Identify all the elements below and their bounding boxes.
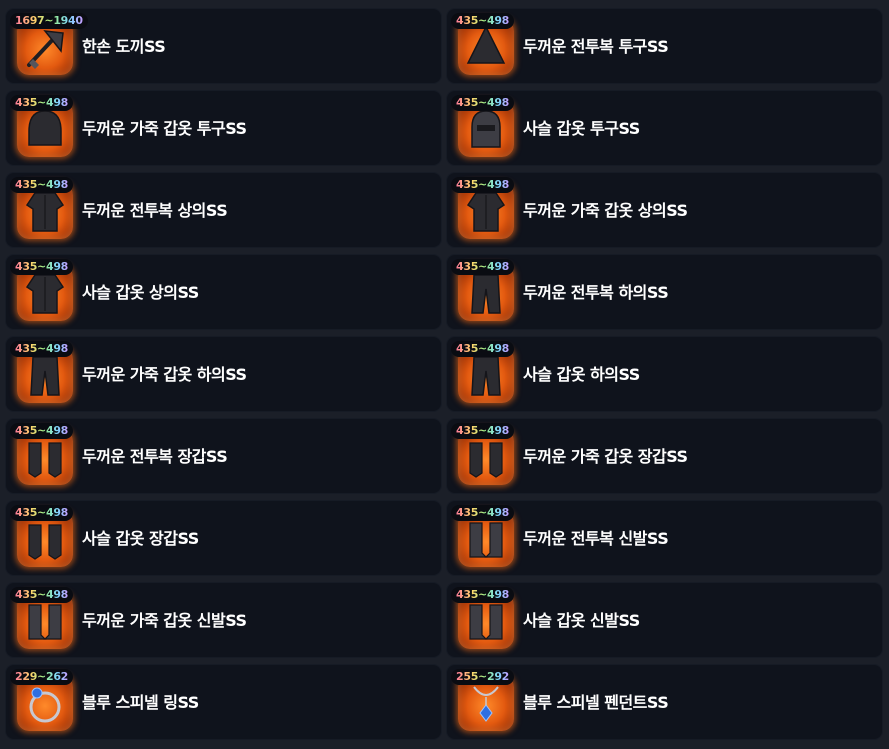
item-card[interactable]: 435~498 사슬 갑옷 장갑SS xyxy=(5,500,442,576)
level-range-text: 1697~1940 xyxy=(15,14,83,27)
level-range-text: 435~498 xyxy=(15,342,69,355)
level-range-badge: 1697~1940 xyxy=(10,13,88,29)
level-range-text: 435~498 xyxy=(15,178,69,191)
item-name: 두꺼운 가죽 갑옷 투구SS xyxy=(82,119,247,138)
item-name: 사슬 갑옷 하의SS xyxy=(523,365,640,384)
level-range-badge: 435~498 xyxy=(10,95,74,111)
item-name: 두꺼운 가죽 갑옷 장갑SS xyxy=(523,447,688,466)
level-range-text: 435~498 xyxy=(15,96,69,109)
level-range-badge: 435~498 xyxy=(451,505,515,521)
level-range-badge: 435~498 xyxy=(451,587,515,603)
level-range-badge: 435~498 xyxy=(10,177,74,193)
item-name: 두꺼운 전투복 투구SS xyxy=(523,37,669,56)
item-name: 두꺼운 가죽 갑옷 신발SS xyxy=(82,611,247,630)
level-range-badge: 435~498 xyxy=(451,95,515,111)
item-card[interactable]: 1697~1940 한손 도끼SS xyxy=(5,8,442,84)
level-range-badge: 435~498 xyxy=(451,341,515,357)
item-card[interactable]: 435~498 두꺼운 가죽 갑옷 장갑SS xyxy=(446,418,883,494)
level-range-badge: 435~498 xyxy=(10,587,74,603)
level-range-text: 435~498 xyxy=(15,506,69,519)
item-card[interactable]: 435~498 두꺼운 전투복 장갑SS xyxy=(5,418,442,494)
item-card[interactable]: 435~498 두꺼운 가죽 갑옷 하의SS xyxy=(5,336,442,412)
level-range-text: 435~498 xyxy=(15,424,69,437)
item-name: 블루 스피넬 펜던트SS xyxy=(523,693,669,712)
level-range-text: 435~498 xyxy=(456,506,510,519)
item-card[interactable]: 435~498 두꺼운 전투복 하의SS xyxy=(446,254,883,330)
item-card[interactable]: 435~498 사슬 갑옷 투구SS xyxy=(446,90,883,166)
item-name: 사슬 갑옷 장갑SS xyxy=(82,529,199,548)
item-card[interactable]: 435~498 두꺼운 전투복 투구SS xyxy=(446,8,883,84)
item-card[interactable]: 435~498 두꺼운 가죽 갑옷 투구SS xyxy=(5,90,442,166)
level-range-text: 435~498 xyxy=(456,260,510,273)
level-range-badge: 435~498 xyxy=(10,505,74,521)
item-name: 두꺼운 가죽 갑옷 상의SS xyxy=(523,201,688,220)
level-range-badge: 435~498 xyxy=(451,259,515,275)
level-range-badge: 435~498 xyxy=(451,177,515,193)
item-name: 블루 스피넬 링SS xyxy=(82,693,199,712)
item-card[interactable]: 435~498 사슬 갑옷 하의SS xyxy=(446,336,883,412)
item-card[interactable]: 435~498 사슬 갑옷 신발SS xyxy=(446,582,883,658)
level-range-text: 229~262 xyxy=(15,670,69,683)
item-name: 두꺼운 전투복 하의SS xyxy=(523,283,669,302)
item-card[interactable]: 435~498 사슬 갑옷 상의SS xyxy=(5,254,442,330)
item-card[interactable]: 255~292 블루 스피넬 펜던트SS xyxy=(446,664,883,740)
level-range-badge: 435~498 xyxy=(451,423,515,439)
level-range-text: 435~498 xyxy=(15,588,69,601)
item-card[interactable]: 435~498 두꺼운 가죽 갑옷 신발SS xyxy=(5,582,442,658)
item-name: 두꺼운 전투복 신발SS xyxy=(523,529,669,548)
level-range-text: 435~498 xyxy=(456,424,510,437)
item-name: 두꺼운 가죽 갑옷 하의SS xyxy=(82,365,247,384)
level-range-badge: 435~498 xyxy=(10,341,74,357)
item-card[interactable]: 435~498 두꺼운 가죽 갑옷 상의SS xyxy=(446,172,883,248)
item-name: 사슬 갑옷 상의SS xyxy=(82,283,199,302)
level-range-text: 435~498 xyxy=(456,588,510,601)
level-range-badge: 435~498 xyxy=(451,13,515,29)
item-grid: 1697~1940 한손 도끼SS 435~498 두꺼운 전투복 투구SS 435~4… xyxy=(5,8,883,740)
level-range-text: 435~498 xyxy=(456,342,510,355)
item-card[interactable]: 229~262 블루 스피넬 링SS xyxy=(5,664,442,740)
level-range-text: 435~498 xyxy=(456,178,510,191)
item-card[interactable]: 435~498 두꺼운 전투복 신발SS xyxy=(446,500,883,576)
level-range-badge: 435~498 xyxy=(10,423,74,439)
level-range-text: 255~292 xyxy=(456,670,510,683)
level-range-badge: 255~292 xyxy=(451,669,515,685)
level-range-text: 435~498 xyxy=(15,260,69,273)
level-range-text: 435~498 xyxy=(456,96,510,109)
item-name: 두꺼운 전투복 장갑SS xyxy=(82,447,228,466)
level-range-badge: 229~262 xyxy=(10,669,74,685)
item-name: 사슬 갑옷 투구SS xyxy=(523,119,640,138)
item-name: 사슬 갑옷 신발SS xyxy=(523,611,640,630)
level-range-badge: 435~498 xyxy=(10,259,74,275)
level-range-text: 435~498 xyxy=(456,14,510,27)
item-name: 한손 도끼SS xyxy=(82,37,166,56)
item-card[interactable]: 435~498 두꺼운 전투복 상의SS xyxy=(5,172,442,248)
item-name: 두꺼운 전투복 상의SS xyxy=(82,201,228,220)
